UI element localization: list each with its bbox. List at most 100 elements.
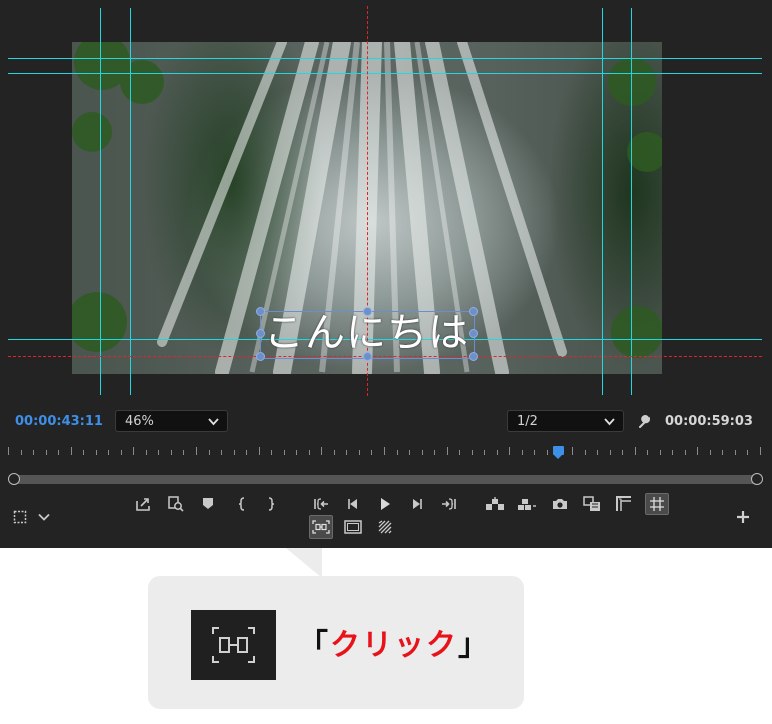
scrollbar-end-handle[interactable] [751,473,763,485]
time-ruler[interactable] [8,444,762,460]
playback-resolution-value: 1/2 [517,414,538,429]
ruler-tick [622,450,623,455]
playhead[interactable] [553,446,564,459]
ruler-tick [296,450,297,455]
ruler-tick [334,450,335,455]
ruler-tick [409,450,410,455]
ruler-tick [271,450,272,455]
ruler-tick [710,450,711,455]
ruler-tick [46,450,47,455]
ruler-tick [685,450,686,455]
guide-line[interactable] [602,8,603,395]
zoom-level-select[interactable]: 46% [115,410,228,432]
frame-icon[interactable] [343,517,363,537]
ruler-tick [58,450,59,455]
camera-icon[interactable] [550,494,570,514]
step-back-icon[interactable] [343,494,363,514]
ruler-tick [8,447,9,455]
close-bracket: 」 [458,628,490,663]
ruler-tick [472,450,473,455]
add-button-icon[interactable] [733,507,753,527]
title-text[interactable]: こんにちは [260,308,473,358]
open-bracket: 「 [298,628,330,663]
ruler-tick [522,450,523,455]
ruler-tick [33,450,34,455]
ruler-tick [547,450,548,455]
extract-icon[interactable] [517,494,537,514]
callout-label: 「クリック」 [298,620,490,664]
guide-line[interactable] [631,8,632,395]
guide-line[interactable] [100,8,101,395]
ruler-tick [133,447,134,455]
wrench-icon[interactable] [638,414,652,428]
ruler-tick [259,447,260,455]
safe-margins-icon[interactable] [614,494,634,514]
ruler-tick [121,450,122,455]
go-to-in-icon[interactable] [311,494,331,514]
guide-line[interactable] [8,73,762,74]
ruler-tick [497,450,498,455]
ruler-tick [610,450,611,455]
chevron-down-icon [604,411,615,441]
callout-pointer [286,548,322,578]
ruler-tick [635,447,636,455]
ruler-tick [384,447,385,455]
ruler-tick [572,447,573,455]
lift-icon[interactable] [485,494,505,514]
ruler-tick [146,450,147,455]
ruler-tick [246,450,247,455]
guide-line[interactable] [8,58,762,59]
ruler-tick [534,450,535,455]
guide-line[interactable] [130,8,131,395]
ruler-tick [597,450,598,455]
ruler-tick [585,450,586,455]
marker-icon[interactable] [198,494,218,514]
zoom-scrollbar[interactable] [14,475,758,484]
mark-out-icon[interactable] [261,494,281,514]
ruler-tick [346,450,347,455]
ruler-tick [447,447,448,455]
ruler-tick [697,447,698,455]
ruler-tick [722,450,723,455]
snap-guides-icon[interactable] [309,515,333,539]
ruler-tick [747,450,748,455]
current-timecode[interactable]: 00:00:43:11 [15,414,103,429]
ruler-tick [321,447,322,455]
ruler-tick [359,450,360,455]
chevron-down-icon[interactable] [34,507,54,527]
ruler-tick [196,447,197,455]
select-zoom-icon[interactable] [10,507,30,527]
ruler-tick [284,450,285,455]
ruler-tick [171,450,172,455]
mark-in-icon[interactable] [232,494,252,514]
ruler-tick [108,450,109,455]
ruler-tick [96,450,97,455]
ruler-tick [221,450,222,455]
comparison-view-icon[interactable] [582,494,602,514]
ruler-tick [459,450,460,455]
callout-action-text: クリック [330,628,458,663]
ruler-tick [660,450,661,455]
program-monitor: こんにちは 00:00:43:11 46% 1/2 00:00:59:03 [0,0,772,548]
step-forward-icon[interactable] [407,494,427,514]
ruler-tick [371,450,372,455]
go-to-out-icon[interactable] [439,494,459,514]
ruler-tick [309,450,310,455]
ruler-tick [735,450,736,455]
snap-guides-icon [191,610,276,680]
ruler-tick [21,450,22,455]
playback-resolution-select[interactable]: 1/2 [507,410,624,432]
ruler-tick [209,450,210,455]
insert-icon[interactable] [166,494,186,514]
ruler-tick [760,447,761,455]
export-frame-icon[interactable] [134,494,154,514]
play-icon[interactable] [375,494,395,514]
ruler-tick [647,450,648,455]
ruler-tick [422,450,423,455]
ruler-tick [158,450,159,455]
scrollbar-start-handle[interactable] [8,473,20,485]
ruler-tick [484,450,485,455]
guides-icon[interactable] [645,493,669,515]
transparency-icon[interactable] [375,517,395,537]
ruler-tick [183,450,184,455]
